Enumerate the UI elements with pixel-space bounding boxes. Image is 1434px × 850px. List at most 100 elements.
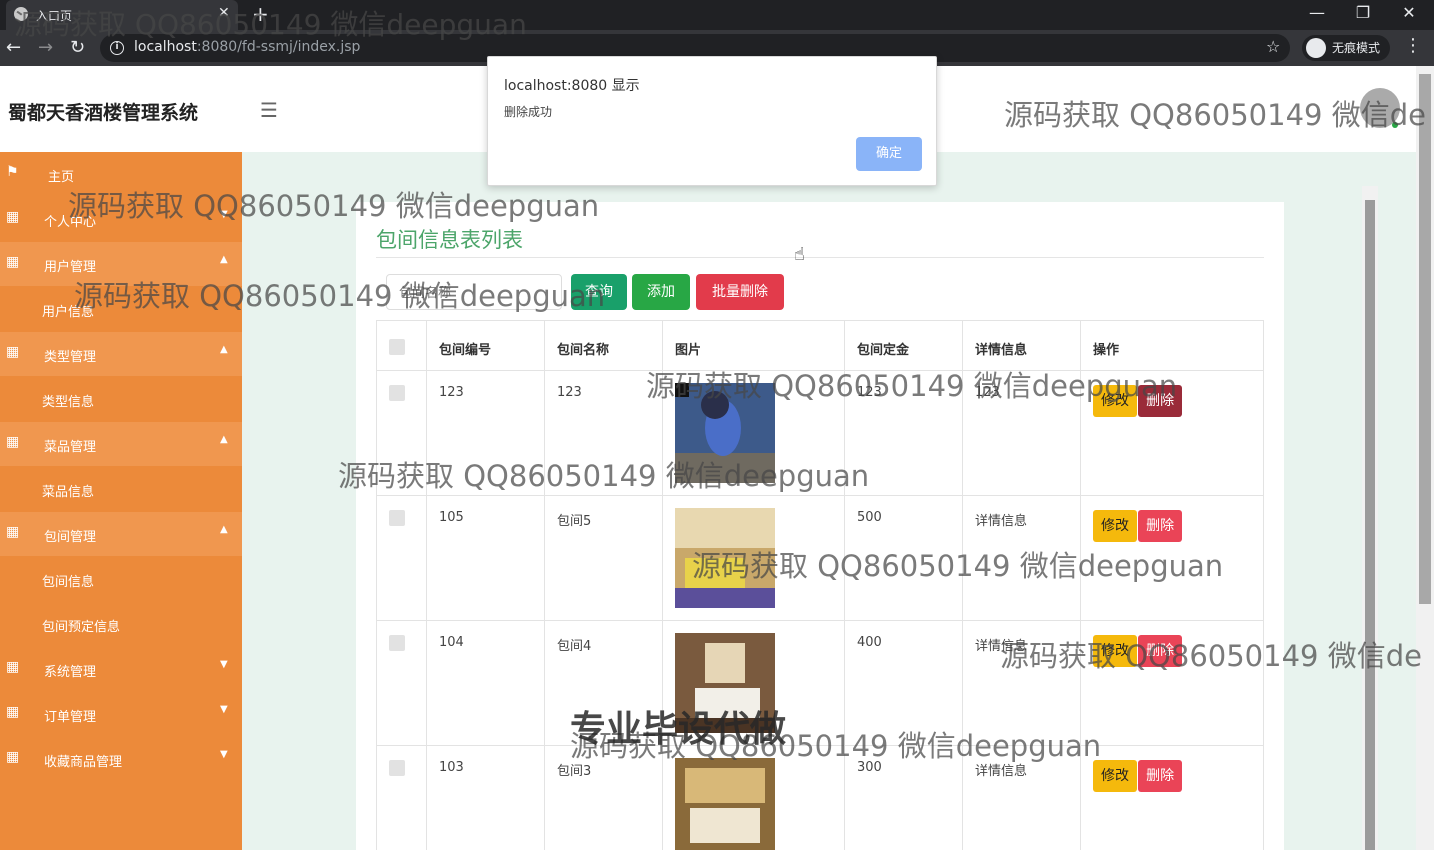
alert-message: 删除成功 — [504, 105, 553, 119]
row-actions: 修改 删除 — [1080, 495, 1264, 621]
content-scrollbar[interactable] — [1362, 186, 1378, 850]
room-detail: 详情信息 — [962, 495, 1081, 621]
grid-icon: ▦ — [6, 344, 20, 360]
chevron-up-icon: ▲ — [220, 524, 228, 535]
table-row: 104 包间4 400 详情信息 修改 删除 — [376, 620, 1264, 746]
incognito-icon — [1306, 38, 1326, 58]
room-deposit: 400 — [844, 620, 963, 746]
chevron-up-icon: ▲ — [220, 254, 228, 265]
chevron-down-icon: ▼ — [220, 659, 228, 670]
room-name: 包间4 — [544, 620, 663, 746]
sidebar-item-system[interactable]: ▦ 系统管理 ▼ — [0, 647, 242, 691]
row-checkbox[interactable] — [389, 760, 405, 776]
grid-icon: ▦ — [6, 254, 20, 270]
select-all-checkbox[interactable] — [389, 339, 405, 355]
reload-icon[interactable]: ↻ — [70, 37, 85, 58]
bookmark-star-icon[interactable]: ☆ — [1266, 37, 1280, 56]
row-actions: 修改 删除 — [1080, 620, 1264, 746]
sidebar-item-users[interactable]: ▦ 用户管理 ▲ — [0, 242, 242, 286]
url-text: localhost:8080/fd-ssmj/index.jsp — [134, 39, 361, 55]
grid-icon: ▦ — [6, 704, 20, 720]
close-window-icon[interactable]: ✕ — [1394, 3, 1424, 22]
browser-tab[interactable]: 入口页 ✕ — [6, 0, 238, 30]
grid-icon: ▦ — [6, 209, 20, 225]
close-tab-icon[interactable]: ✕ — [218, 5, 230, 21]
content-scrollbar-thumb[interactable] — [1365, 200, 1375, 850]
sidebar-item-dishes[interactable]: ▦ 菜品管理 ▲ — [0, 422, 242, 466]
sidebar-item-home[interactable]: ⚑ 主页 — [0, 152, 242, 196]
edit-button[interactable]: 修改 — [1093, 760, 1137, 792]
grid-icon: ▦ — [6, 749, 20, 765]
query-button[interactable]: 查询 — [571, 274, 627, 310]
room-image-cell — [662, 370, 845, 496]
add-button[interactable]: 添加 — [632, 274, 690, 310]
room-image-cell — [662, 620, 845, 746]
minimize-icon[interactable]: — — [1302, 3, 1332, 22]
chevron-up-icon: ▲ — [220, 434, 228, 445]
column-header: 包间编号 — [426, 320, 545, 371]
alert-ok-button[interactable]: 确定 — [856, 137, 922, 171]
new-tab-icon[interactable]: + — [252, 2, 269, 26]
hamburger-menu-icon[interactable]: ☰ — [260, 98, 278, 122]
incognito-badge[interactable]: 无痕模式 — [1302, 35, 1391, 61]
divider — [376, 257, 1264, 258]
room-table: 包间编号 包间名称 图片 包间定金 详情信息 操作 123 123 123 12… — [376, 320, 1264, 850]
room-id: 103 — [426, 745, 545, 850]
column-header: 详情信息 — [962, 320, 1081, 371]
hand-cursor-icon: ☝ — [794, 244, 805, 265]
sidebar-item-orders[interactable]: ▦ 订单管理 ▼ — [0, 692, 242, 736]
sidebar-subitem-type-info[interactable]: 类型信息 — [0, 377, 242, 421]
room-image — [675, 508, 775, 608]
restore-icon[interactable]: ❐ — [1348, 3, 1378, 22]
grid-icon: ▦ — [6, 659, 20, 675]
page-scrollbar[interactable] — [1416, 66, 1434, 850]
delete-button[interactable]: 删除 — [1138, 760, 1183, 792]
room-deposit: 500 — [844, 495, 963, 621]
edit-button[interactable]: 修改 — [1093, 385, 1137, 417]
alert-dialog: localhost:8080 显示 删除成功 确定 — [487, 56, 937, 186]
room-id: 105 — [426, 495, 545, 621]
row-actions: 修改 删除 — [1080, 370, 1264, 496]
edit-button[interactable]: 修改 — [1093, 510, 1137, 542]
room-image — [675, 758, 775, 850]
online-status-dot — [1392, 122, 1398, 128]
browser-titlebar: 入口页 ✕ + — ❐ ✕ — [0, 0, 1434, 30]
row-checkbox[interactable] — [389, 510, 405, 526]
table-row: 103 包间3 300 详情信息 修改 删除 — [376, 745, 1264, 850]
sidebar-subitem-room-info[interactable]: 包间信息 — [0, 557, 242, 601]
sidebar-subitem-room-booking[interactable]: 包间预定信息 — [0, 602, 242, 646]
batch-delete-button[interactable]: 批量删除 — [696, 274, 784, 310]
row-checkbox[interactable] — [389, 635, 405, 651]
content-area: 包间信息表列表 查询 添加 批量删除 包间编号 包间名称 图片 包间定金 详情信… — [242, 152, 1416, 850]
room-detail: 详情信息 — [962, 745, 1081, 850]
sidebar-item-profile[interactable]: ▦ 个人中心 ▼ — [0, 197, 242, 241]
browser-menu-icon[interactable]: ⋮ — [1404, 35, 1422, 56]
info-icon[interactable]: i — [110, 41, 124, 55]
sidebar-item-rooms[interactable]: ▦ 包间管理 ▲ — [0, 512, 242, 556]
row-checkbox[interactable] — [389, 385, 405, 401]
select-all-cell — [376, 320, 427, 371]
alert-title: localhost:8080 显示 — [504, 78, 640, 94]
app-title: 蜀都天香酒楼管理系统 — [8, 102, 199, 124]
chevron-down-icon: ▼ — [220, 704, 228, 715]
room-image-cell — [662, 495, 845, 621]
page-scrollbar-thumb[interactable] — [1419, 74, 1431, 604]
room-name: 123 — [544, 370, 663, 496]
sidebar: ⚑ 主页 ▦ 个人中心 ▼ ▦ 用户管理 ▲ 用户信息 ▦ 类型管理 ▲ 类型信… — [0, 152, 242, 850]
search-input[interactable] — [386, 274, 562, 310]
sidebar-item-favorites[interactable]: ▦ 收藏商品管理 ▼ — [0, 737, 242, 781]
table-row: 105 包间5 500 详情信息 修改 删除 — [376, 495, 1264, 621]
delete-button[interactable]: 删除 — [1138, 635, 1183, 667]
delete-button[interactable]: 删除 — [1138, 385, 1183, 417]
edit-button[interactable]: 修改 — [1093, 635, 1137, 667]
sidebar-subitem-user-info[interactable]: 用户信息 — [0, 287, 242, 331]
delete-button[interactable]: 删除 — [1138, 510, 1183, 542]
room-detail: 详情信息 — [962, 620, 1081, 746]
forward-icon[interactable]: → — [38, 37, 53, 58]
back-icon[interactable]: ← — [6, 37, 21, 58]
sidebar-subitem-dish-info[interactable]: 菜品信息 — [0, 467, 242, 511]
grid-icon: ▦ — [6, 524, 20, 540]
sidebar-item-types[interactable]: ▦ 类型管理 ▲ — [0, 332, 242, 376]
chevron-up-icon: ▲ — [220, 344, 228, 355]
room-id: 123 — [426, 370, 545, 496]
